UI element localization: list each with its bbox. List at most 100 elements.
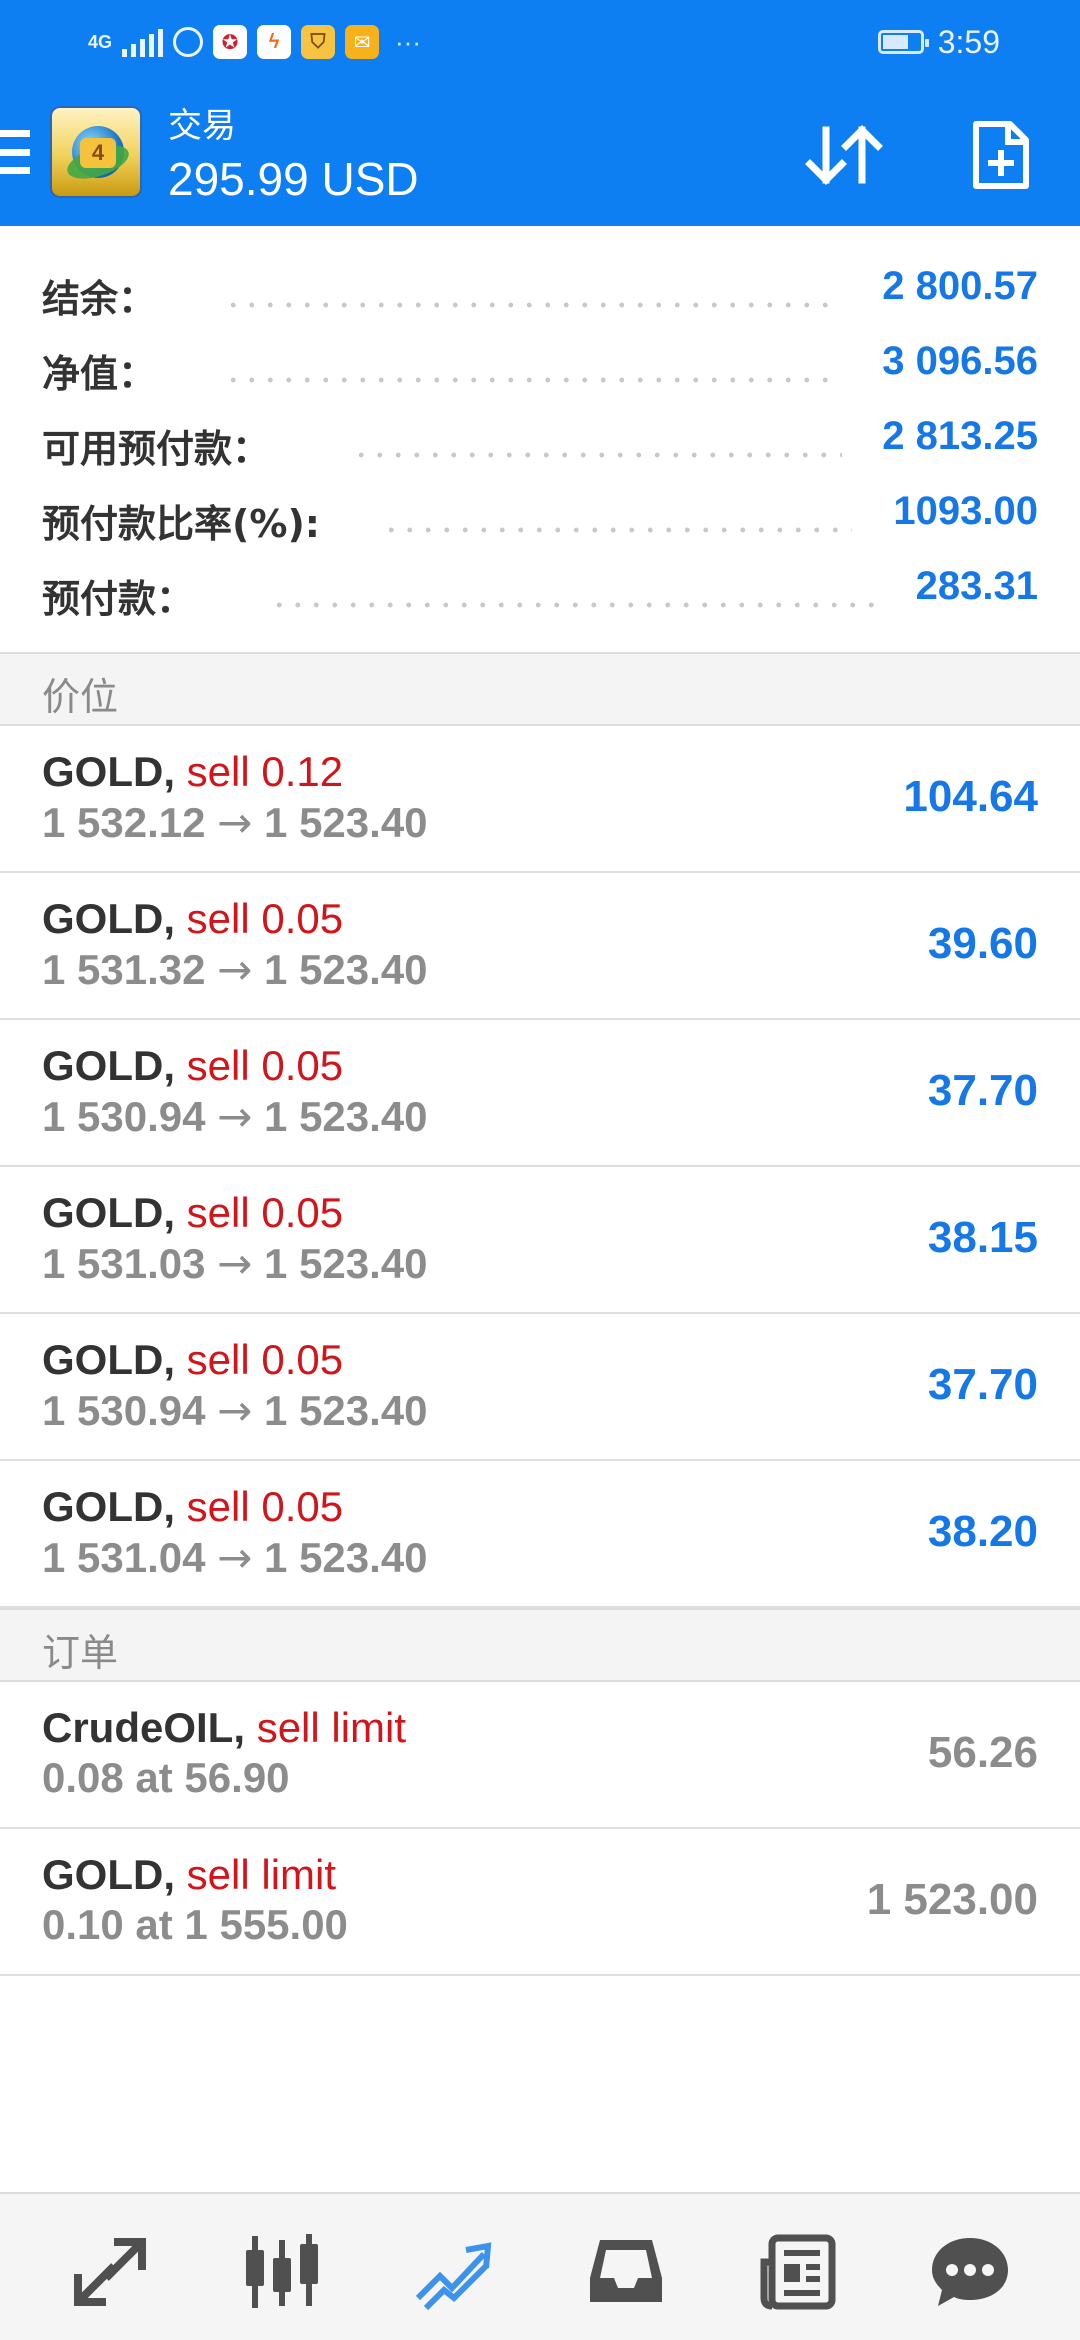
current-price: 1 523.40 xyxy=(264,1093,428,1140)
position-action: sell 0.05 xyxy=(186,1483,344,1530)
mt4-logo[interactable]: 4 xyxy=(50,106,142,198)
nav-news[interactable] xyxy=(758,2232,838,2312)
dot-leader xyxy=(224,302,836,308)
status-left: 4G ✪ ϟ ⛉ ✉ ··· xyxy=(88,22,421,62)
nav-history[interactable] xyxy=(586,2232,666,2312)
summary-label: 预付款： xyxy=(42,577,195,621)
position-symbol: GOLD, xyxy=(42,748,175,795)
position-profit: 38.15 xyxy=(927,1213,1038,1262)
trade-icon xyxy=(415,2242,492,2311)
open-price: 1 530.94 xyxy=(42,1387,206,1434)
dot-leader xyxy=(224,377,836,383)
order-detail: 0.08 at 56.90 xyxy=(42,1754,290,1801)
bottom-nav xyxy=(0,2192,1080,2340)
current-price: 1 523.40 xyxy=(264,1534,428,1581)
position-action: sell 0.05 xyxy=(186,1336,344,1383)
app-icon-1: ✪ xyxy=(213,25,248,59)
summary-label: 净值： xyxy=(42,352,157,396)
quotes-icon xyxy=(74,2238,146,2306)
summary-value: 3 096.56 xyxy=(882,339,1038,383)
position-row[interactable]: GOLD, sell 0.05 1 530.94 → 1 523.40 37.7… xyxy=(0,1020,1080,1167)
position-row[interactable]: GOLD, sell 0.12 1 532.12 → 1 523.40 104.… xyxy=(0,726,1080,873)
summary-label: 结余： xyxy=(42,277,157,321)
position-action: sell 0.05 xyxy=(186,1042,344,1089)
menu-icon[interactable] xyxy=(0,130,30,174)
nav-chart[interactable] xyxy=(242,2232,322,2312)
nav-chat[interactable] xyxy=(930,2232,1010,2312)
summary-row-margin: 预付款： 283.31 xyxy=(0,554,1080,628)
network-type: 4G xyxy=(88,32,113,52)
open-price: 1 532.12 xyxy=(42,799,206,846)
mail-icon: ✉ xyxy=(345,25,380,59)
position-symbol: GOLD, xyxy=(42,1189,175,1236)
dot-leader xyxy=(382,527,852,533)
summary-value: 283.31 xyxy=(915,564,1038,608)
open-price: 1 531.32 xyxy=(42,946,206,993)
order-row[interactable]: CrudeOIL, sell limit 0.08 at 56.90 56.26 xyxy=(0,1682,1080,1829)
order-action: sell limit xyxy=(256,1704,407,1751)
position-profit: 37.70 xyxy=(927,1360,1038,1409)
current-price: 1 523.40 xyxy=(264,946,428,993)
app-icon-2: ϟ xyxy=(257,25,292,59)
arrow-icon: → xyxy=(217,945,253,994)
nav-trade[interactable] xyxy=(414,2232,494,2312)
current-price: 1 523.40 xyxy=(264,799,428,846)
chart-icon xyxy=(246,2234,318,2308)
dot-leader xyxy=(352,452,842,458)
open-price: 1 531.03 xyxy=(42,1240,206,1287)
clock: 3:59 xyxy=(937,23,1000,60)
arrow-icon: → xyxy=(217,798,253,847)
open-price: 1 531.04 xyxy=(42,1534,206,1581)
page-title: 交易 xyxy=(168,107,236,145)
summary-row-margin-level: 预付款比率(%): 1093.00 xyxy=(0,479,1080,553)
arrow-icon: → xyxy=(217,1239,253,1288)
summary-row-free-margin: 可用预付款： 2 813.25 xyxy=(0,404,1080,478)
news-icon xyxy=(760,2234,836,2310)
arrow-icon: → xyxy=(217,1533,253,1582)
position-symbol: GOLD, xyxy=(42,1483,175,1530)
position-action: sell 0.05 xyxy=(186,1189,344,1236)
account-summary: 结余： 2 800.57 净值： 3 096.56 可用预付款： 2 813.2… xyxy=(0,226,1080,652)
orders-section-header: 订单 xyxy=(0,1608,1080,1682)
order-symbol: CrudeOIL, xyxy=(42,1704,246,1751)
battery-icon xyxy=(877,30,929,54)
sort-icon[interactable] xyxy=(804,122,884,188)
order-symbol: GOLD, xyxy=(42,1851,175,1898)
order-action: sell limit xyxy=(186,1851,337,1898)
position-row[interactable]: GOLD, sell 0.05 1 531.04 → 1 523.40 38.2… xyxy=(0,1461,1080,1608)
summary-value: 2 800.57 xyxy=(882,264,1038,308)
summary-label: 可用预付款： xyxy=(42,427,271,471)
signal-icon xyxy=(122,27,164,57)
position-symbol: GOLD, xyxy=(42,1336,175,1383)
position-row[interactable]: GOLD, sell 0.05 1 531.32 → 1 523.40 39.6… xyxy=(0,873,1080,1020)
summary-row-balance: 结余： 2 800.57 xyxy=(0,254,1080,328)
arrow-icon: → xyxy=(217,1092,253,1141)
overflow-dots: ··· xyxy=(395,26,421,57)
order-price: 56.26 xyxy=(927,1728,1038,1777)
status-right: 3:59 xyxy=(877,22,1000,62)
app-icon-3: ⛉ xyxy=(301,25,336,59)
position-row[interactable]: GOLD, sell 0.05 1 531.03 → 1 523.40 38.1… xyxy=(0,1167,1080,1314)
position-profit: 37.70 xyxy=(927,1066,1038,1115)
history-icon xyxy=(590,2240,662,2302)
app-bar: 4 交易 295.99 USD xyxy=(0,84,1080,226)
position-row[interactable]: GOLD, sell 0.05 1 530.94 → 1 523.40 37.7… xyxy=(0,1314,1080,1461)
summary-row-equity: 净值： 3 096.56 xyxy=(0,329,1080,403)
positions-section-header: 价位 xyxy=(0,652,1080,726)
order-price: 1 523.00 xyxy=(866,1875,1038,1924)
open-price: 1 530.94 xyxy=(42,1093,206,1140)
order-row[interactable]: GOLD, sell limit 0.10 at 1 555.00 1 523.… xyxy=(0,1829,1080,1976)
new-order-icon[interactable] xyxy=(970,120,1032,190)
summary-value: 2 813.25 xyxy=(882,414,1038,458)
position-profit: 39.60 xyxy=(927,919,1038,968)
order-detail: 0.10 at 1 555.00 xyxy=(42,1901,348,1948)
section-title: 订单 xyxy=(42,1631,119,1675)
section-title: 价位 xyxy=(42,675,119,719)
position-symbol: GOLD, xyxy=(42,1042,175,1089)
nav-quotes[interactable] xyxy=(70,2232,150,2312)
dot-leader xyxy=(270,602,882,608)
current-price: 1 523.40 xyxy=(264,1240,428,1287)
current-price: 1 523.40 xyxy=(264,1387,428,1434)
summary-value: 1093.00 xyxy=(893,489,1038,533)
position-action: sell 0.05 xyxy=(186,895,344,942)
